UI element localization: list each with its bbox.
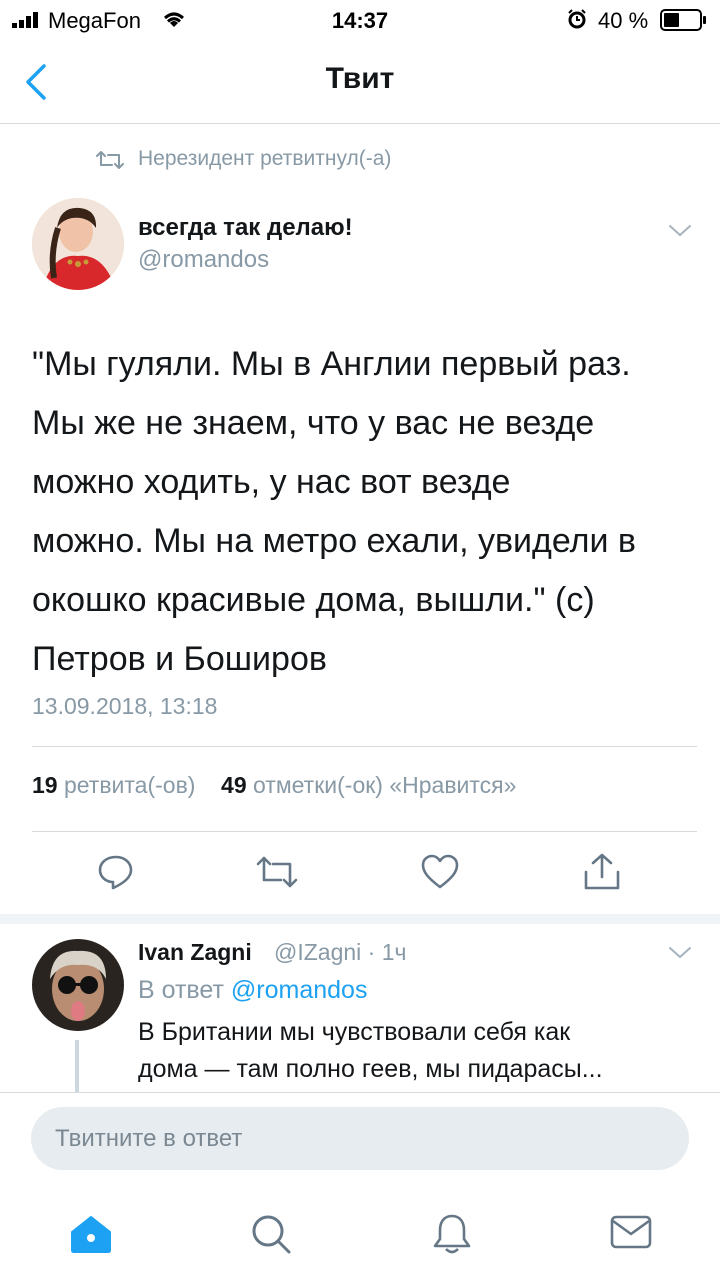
reply-avatar[interactable] — [32, 939, 124, 1031]
likes-stat[interactable]: 49 отметки(-ок) «Нравится» — [221, 772, 516, 798]
likes-count: 49 — [221, 772, 247, 798]
section-divider — [0, 914, 720, 924]
tab-home[interactable] — [68, 1214, 114, 1254]
tweet-text-line: можно ходить, у нас вот везде — [32, 463, 511, 501]
reply-text-line: В Британии мы чувствовали себя как — [138, 1018, 571, 1046]
in-reply-to: В ответ @romandos — [138, 976, 367, 1005]
reply-handle-time[interactable]: @IZagni · 1ч — [274, 939, 407, 966]
battery-icon — [660, 9, 708, 36]
reply-icon — [98, 855, 133, 890]
tweet-text: "Мы гуляли. Мы в Англии первый раз. Мы ж… — [32, 335, 697, 689]
battery-percent: 40 % — [598, 8, 649, 33]
reply-text: В Британии мы чувствовали себя как дома … — [138, 1014, 603, 1088]
reply-display-name[interactable]: Ivan Zagni — [138, 939, 252, 966]
tweet-text-line: можно. Мы на метро ехали, увидели в — [32, 522, 636, 560]
bell-icon — [433, 1214, 471, 1254]
search-icon — [252, 1215, 291, 1254]
reply-input-placeholder: Твитните в ответ — [55, 1125, 243, 1152]
divider — [0, 123, 720, 124]
tab-notifications[interactable] — [430, 1212, 474, 1256]
tab-messages[interactable] — [610, 1214, 652, 1254]
display-name[interactable]: всегда так делаю! — [138, 214, 353, 242]
share-button[interactable] — [582, 852, 622, 892]
divider — [32, 746, 697, 747]
retweet-button[interactable] — [255, 854, 299, 894]
handle[interactable]: @romandos — [138, 246, 269, 274]
like-button[interactable] — [420, 853, 460, 893]
divider — [32, 831, 697, 832]
tab-search[interactable] — [249, 1212, 293, 1256]
in-reply-prefix: В ответ — [138, 976, 224, 1004]
share-icon — [584, 853, 620, 890]
heart-icon — [421, 854, 459, 889]
retweet-icon — [256, 856, 298, 888]
tweet-timestamp: 13.09.2018, 13:18 — [32, 693, 218, 719]
tweet-text-line: "Мы гуляли. Мы в Англии первый раз. — [32, 345, 631, 383]
reply-button[interactable] — [96, 852, 136, 892]
status-bar: MegaFon 14:37 40 % — [0, 0, 720, 40]
chevron-down-icon[interactable] — [668, 224, 692, 243]
reply-text-line: дома — там полно геев, мы пидарасы... — [138, 1055, 603, 1083]
page-title: Твит — [325, 62, 395, 95]
retweets-count: 19 — [32, 772, 58, 798]
chevron-down-icon[interactable] — [668, 946, 692, 965]
alarm-icon — [567, 9, 587, 34]
likes-label: отметки(-ок) «Нравится» — [253, 772, 517, 798]
tweet-text-line: окошко красивые дома, вышли." (с) — [32, 581, 595, 619]
tweet-stats: 19 ретвита(-ов) 49 отметки(-ок) «Нравитс… — [32, 772, 516, 799]
retweets-label: ретвита(-ов) — [63, 772, 196, 798]
avatar[interactable] — [32, 198, 124, 290]
mail-icon — [610, 1215, 652, 1249]
retweet-header-text: Нерезидент ретвитнул(-а) — [138, 147, 392, 170]
reply-input[interactable]: Твитните в ответ — [31, 1107, 689, 1170]
tweet-text-line: Мы же не знаем, что у вас не везде — [32, 404, 595, 442]
in-reply-handle-link[interactable]: @romandos — [231, 976, 368, 1004]
retweets-stat[interactable]: 19 ретвита(-ов) — [32, 772, 195, 798]
retweet-icon — [96, 150, 124, 175]
thread-line — [75, 1040, 79, 1092]
tweet-text-line: Петров и Боширов — [32, 640, 327, 678]
home-icon — [71, 1216, 111, 1253]
